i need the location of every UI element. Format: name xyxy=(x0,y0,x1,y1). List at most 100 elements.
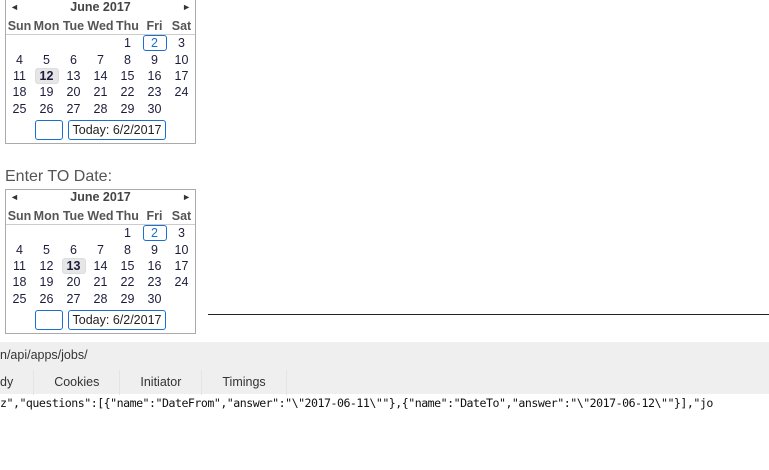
day-number[interactable]: 23 xyxy=(143,84,167,100)
tab-cookies[interactable]: Cookies xyxy=(34,370,121,395)
day-cell[interactable]: 4 xyxy=(6,241,33,257)
day-cell[interactable]: 1 xyxy=(114,225,141,242)
day-number[interactable]: 17 xyxy=(170,258,194,274)
day-number[interactable]: 10 xyxy=(170,52,194,68)
day-cell[interactable]: 22 xyxy=(114,274,141,290)
day-number[interactable]: 18 xyxy=(8,84,32,100)
tab-initiator[interactable]: Initiator xyxy=(120,370,203,395)
day-number[interactable]: 8 xyxy=(116,52,140,68)
day-cell[interactable]: 6 xyxy=(60,51,87,67)
prev-month-icon[interactable]: ◄ xyxy=(10,190,19,205)
day-number[interactable]: 29 xyxy=(116,291,140,307)
day-cell[interactable]: 29 xyxy=(114,291,141,307)
day-cell[interactable]: 13 xyxy=(60,257,87,274)
day-cell[interactable]: 11 xyxy=(6,68,33,84)
day-cell[interactable]: 2 xyxy=(141,35,168,52)
day-cell[interactable]: 2 xyxy=(141,225,168,242)
day-cell[interactable]: 27 xyxy=(60,291,87,307)
day-number[interactable]: 27 xyxy=(62,101,86,117)
day-cell[interactable]: 9 xyxy=(141,241,168,257)
day-cell[interactable]: 21 xyxy=(87,84,114,100)
day-number[interactable]: 21 xyxy=(89,274,113,290)
clear-button[interactable] xyxy=(34,119,63,140)
day-cell[interactable]: 20 xyxy=(60,274,87,290)
day-number[interactable]: 28 xyxy=(89,101,113,117)
day-number[interactable]: 28 xyxy=(89,291,113,307)
day-number[interactable]: 21 xyxy=(89,84,113,100)
day-cell[interactable]: 23 xyxy=(141,84,168,100)
day-number[interactable]: 20 xyxy=(62,84,86,100)
today-button[interactable]: Today: 6/2/2017 xyxy=(67,119,167,140)
tab-timings[interactable]: Timings xyxy=(202,370,287,395)
day-cell[interactable]: 8 xyxy=(114,51,141,67)
day-cell[interactable]: 28 xyxy=(87,291,114,307)
day-number[interactable]: 26 xyxy=(35,101,59,117)
day-number[interactable]: 16 xyxy=(143,258,167,274)
day-number[interactable]: 22 xyxy=(116,84,140,100)
day-cell[interactable]: 13 xyxy=(60,68,87,84)
day-number[interactable]: 11 xyxy=(8,68,32,84)
day-cell[interactable]: 19 xyxy=(33,274,60,290)
day-number[interactable]: 5 xyxy=(35,52,59,68)
day-number[interactable]: 25 xyxy=(8,291,32,307)
day-cell[interactable]: 3 xyxy=(168,225,195,242)
day-cell[interactable]: 7 xyxy=(87,51,114,67)
day-number[interactable]: 6 xyxy=(62,242,86,258)
day-cell[interactable]: 5 xyxy=(33,51,60,67)
day-cell[interactable]: 17 xyxy=(168,258,195,274)
day-number[interactable]: 27 xyxy=(62,291,86,307)
day-number[interactable]: 1 xyxy=(116,225,140,241)
day-cell[interactable]: 25 xyxy=(6,101,33,117)
day-number[interactable]: 1 xyxy=(116,35,140,51)
day-number[interactable]: 24 xyxy=(170,84,194,100)
day-number[interactable]: 14 xyxy=(89,258,113,274)
day-cell[interactable]: 20 xyxy=(60,84,87,100)
day-number[interactable]: 18 xyxy=(8,274,32,290)
day-number[interactable]: 2 xyxy=(142,225,167,242)
today-button[interactable]: Today: 6/2/2017 xyxy=(67,309,167,330)
day-cell[interactable]: 11 xyxy=(6,258,33,274)
day-number[interactable]: 29 xyxy=(116,101,140,117)
day-number[interactable]: 19 xyxy=(35,84,59,100)
day-number[interactable]: 14 xyxy=(89,68,113,84)
day-number[interactable]: 17 xyxy=(170,68,194,84)
day-number[interactable]: 24 xyxy=(170,274,194,290)
day-cell[interactable]: 17 xyxy=(168,68,195,84)
day-number[interactable]: 8 xyxy=(116,242,140,258)
day-cell[interactable]: 18 xyxy=(6,84,33,100)
day-cell[interactable]: 4 xyxy=(6,51,33,67)
day-number[interactable]: 23 xyxy=(143,274,167,290)
day-number[interactable]: 22 xyxy=(116,274,140,290)
day-number[interactable]: 9 xyxy=(143,52,167,68)
day-cell[interactable]: 10 xyxy=(168,51,195,67)
day-cell[interactable]: 23 xyxy=(141,274,168,290)
day-cell[interactable]: 24 xyxy=(168,274,195,290)
day-number[interactable]: 10 xyxy=(170,242,194,258)
day-number[interactable]: 20 xyxy=(62,274,86,290)
day-number[interactable]: 5 xyxy=(35,242,59,258)
day-number[interactable]: 13 xyxy=(62,68,86,84)
day-number[interactable]: 25 xyxy=(8,101,32,117)
day-number[interactable]: 3 xyxy=(170,225,194,241)
day-cell[interactable]: 27 xyxy=(60,101,87,117)
day-number[interactable]: 13 xyxy=(61,257,86,274)
day-number[interactable]: 11 xyxy=(8,258,32,274)
day-number[interactable]: 7 xyxy=(89,52,113,68)
day-cell[interactable]: 26 xyxy=(33,101,60,117)
day-number[interactable]: 30 xyxy=(143,291,167,307)
day-number[interactable]: 4 xyxy=(8,52,32,68)
day-cell[interactable]: 9 xyxy=(141,51,168,67)
day-cell[interactable]: 30 xyxy=(141,101,168,117)
day-cell[interactable]: 8 xyxy=(114,241,141,257)
day-cell[interactable]: 24 xyxy=(168,84,195,100)
day-number[interactable]: 2 xyxy=(142,35,167,52)
day-number[interactable]: 6 xyxy=(62,52,86,68)
day-cell[interactable]: 7 xyxy=(87,241,114,257)
day-cell[interactable]: 14 xyxy=(87,68,114,84)
day-cell[interactable]: 6 xyxy=(60,241,87,257)
day-cell[interactable]: 16 xyxy=(141,68,168,84)
day-number[interactable]: 15 xyxy=(116,68,140,84)
tab-body[interactable]: dy xyxy=(0,370,35,395)
next-month-icon[interactable]: ► xyxy=(182,190,191,205)
day-number[interactable]: 4 xyxy=(8,242,32,258)
